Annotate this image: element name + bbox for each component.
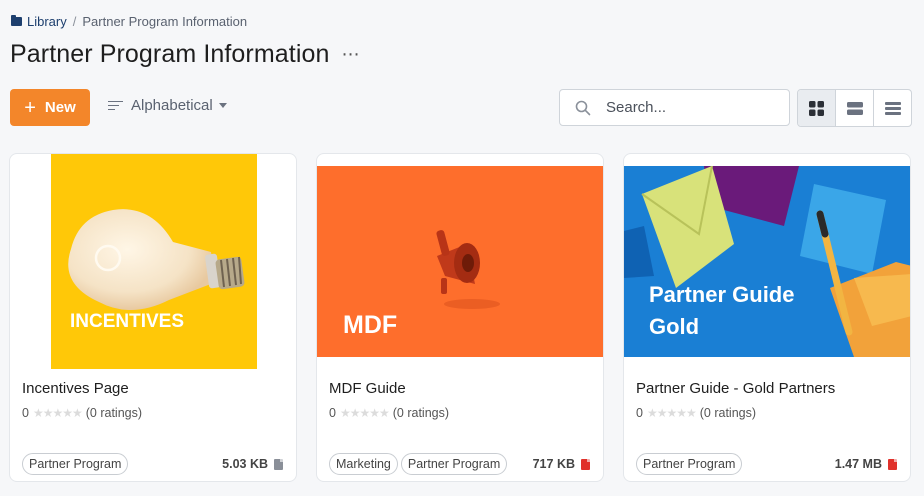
view-switcher	[797, 89, 912, 127]
toolbar: + New Alphabetical	[10, 89, 912, 127]
tag[interactable]: Partner Program	[636, 453, 743, 475]
star-rating-icon[interactable]: ★★★★★	[33, 406, 83, 420]
rating-count: (0 ratings)	[85, 406, 143, 420]
rating: 0 ★★★★★ (0 ratings)	[329, 406, 449, 420]
thumbnail-text-line-2: Gold	[649, 314, 700, 339]
file-size: 1.47 MB	[835, 457, 897, 471]
more-options-icon[interactable]: ⋯	[342, 44, 361, 65]
card-grid: INCENTIVES Incentives Page 0 ★★★★★ (0 ra…	[9, 153, 911, 482]
card-thumbnail: INCENTIVES	[51, 154, 257, 369]
sort-dropdown[interactable]: Alphabetical	[108, 97, 227, 114]
file-size-value: 1.47 MB	[834, 457, 882, 471]
card-thumbnail: Partner Guide Gold	[624, 166, 910, 357]
grid-view-button[interactable]	[798, 90, 836, 126]
tag[interactable]: Partner Program	[400, 453, 508, 475]
tag[interactable]: Marketing	[329, 453, 398, 475]
sort-icon	[108, 98, 123, 113]
rating-count: (0 ratings)	[392, 406, 450, 420]
rating-value: 0	[636, 406, 643, 420]
new-button[interactable]: + New	[10, 89, 90, 126]
file-size: 717 KB	[533, 457, 590, 471]
search-icon	[560, 100, 606, 116]
tag-list: Partner Program	[22, 453, 129, 475]
tag[interactable]: Partner Program	[22, 453, 129, 475]
chevron-down-icon	[218, 103, 227, 108]
rating: 0 ★★★★★ (0 ratings)	[22, 406, 142, 420]
star-rating-icon[interactable]: ★★★★★	[340, 406, 390, 420]
title-row: Partner Program Information ⋯	[10, 40, 361, 69]
star-rating-icon[interactable]: ★★★★★	[647, 406, 697, 420]
rating: 0 ★★★★★ (0 ratings)	[636, 406, 756, 420]
search-input[interactable]	[606, 99, 776, 116]
breadcrumb-current: Partner Program Information	[82, 14, 248, 29]
file-size: 5.03 KB	[222, 457, 283, 471]
document-card[interactable]: MDF MDF Guide 0 ★★★★★ (0 ratings) Market…	[316, 153, 604, 482]
document-card[interactable]: Partner Guide Gold Partner Guide - Gold …	[623, 153, 911, 482]
document-icon	[274, 458, 283, 470]
thumbnail-text: MDF	[343, 311, 398, 339]
breadcrumb-library-link[interactable]: Library	[27, 14, 67, 29]
card-view-icon	[846, 101, 863, 115]
rating-value: 0	[22, 406, 29, 420]
search-box	[559, 89, 790, 126]
tag-list: Marketing Partner Program	[329, 453, 508, 475]
rating-count: (0 ratings)	[699, 406, 757, 420]
file-size-value: 5.03 KB	[222, 457, 268, 471]
plus-icon: +	[24, 96, 36, 119]
pdf-icon	[888, 458, 897, 470]
card-view-button[interactable]	[836, 90, 874, 126]
list-view-button[interactable]	[874, 90, 911, 126]
thumbnail-text-line-1: Partner Guide	[649, 282, 795, 307]
page-title: Partner Program Information	[10, 40, 330, 68]
card-title[interactable]: Partner Guide - Gold Partners	[636, 380, 835, 397]
card-thumbnail: MDF	[317, 166, 603, 357]
card-title[interactable]: Incentives Page	[22, 380, 129, 397]
thumbnail-text: INCENTIVES	[70, 311, 185, 332]
grid-view-icon	[809, 100, 824, 116]
card-title[interactable]: MDF Guide	[329, 380, 406, 397]
tag-list: Partner Program	[636, 453, 743, 475]
new-button-label: New	[44, 99, 76, 116]
folder-icon	[11, 15, 22, 26]
breadcrumb: Library / Partner Program Information	[11, 14, 247, 29]
breadcrumb-separator: /	[72, 14, 77, 29]
rating-value: 0	[329, 406, 336, 420]
sort-label: Alphabetical	[131, 97, 213, 114]
document-card[interactable]: INCENTIVES Incentives Page 0 ★★★★★ (0 ra…	[9, 153, 297, 482]
light-bulb-image	[68, 209, 245, 311]
file-size-value: 717 KB	[532, 457, 575, 471]
list-view-icon	[884, 101, 901, 115]
pdf-icon	[581, 458, 590, 470]
